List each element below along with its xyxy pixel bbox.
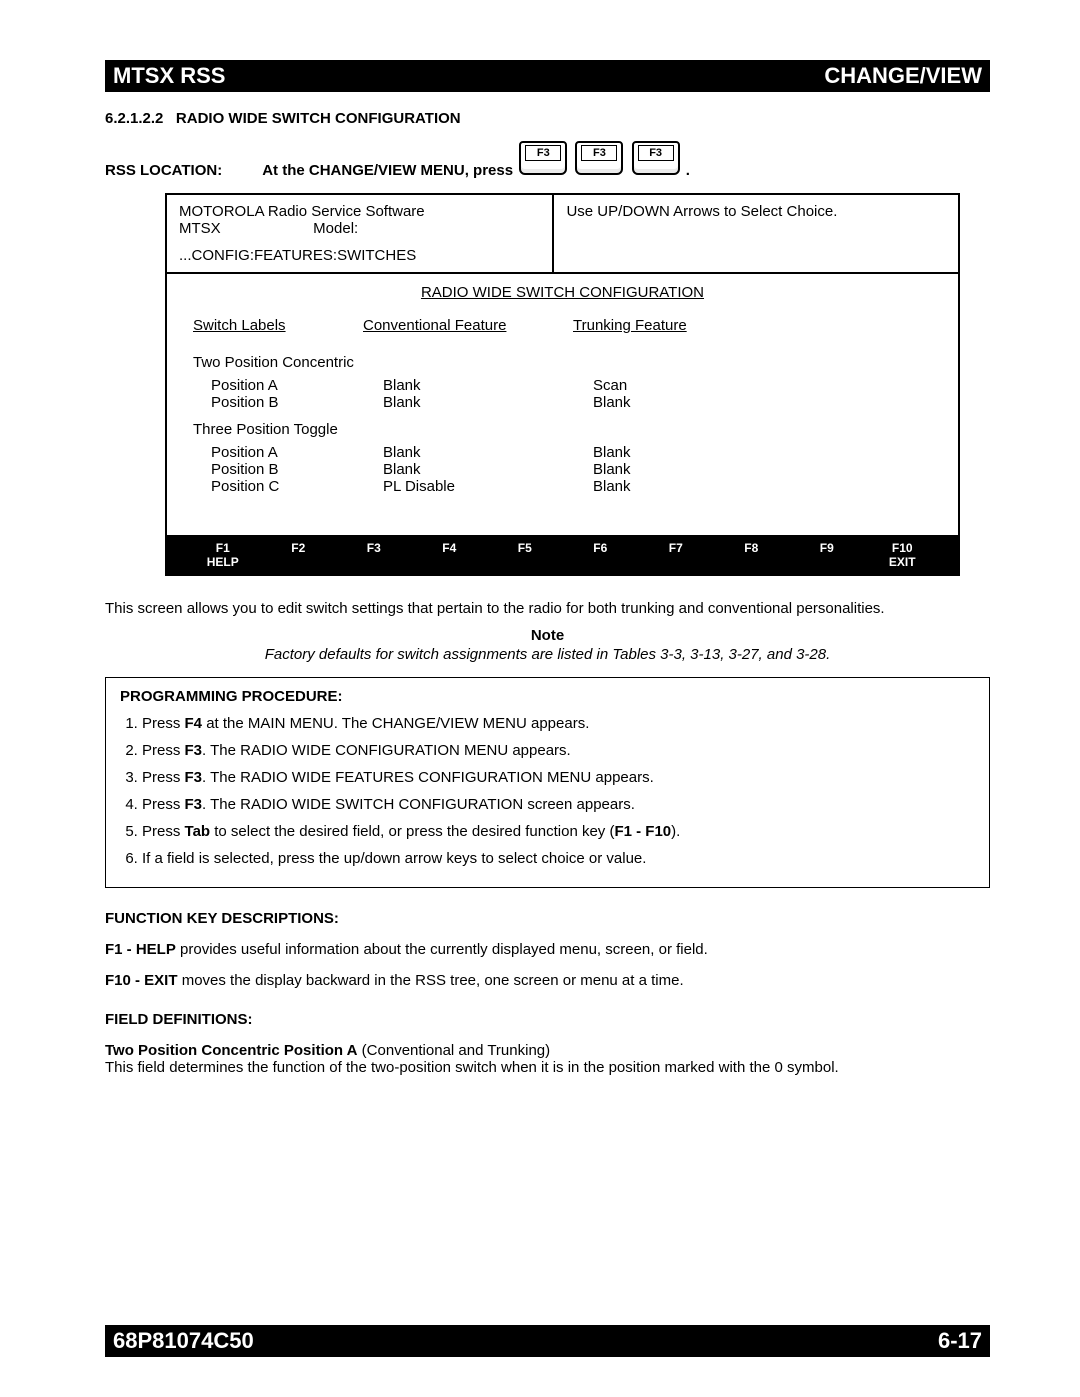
page-footer: 68P81074C50 6-17 [105, 1325, 990, 1357]
g2-r0-conv: Blank [363, 444, 573, 461]
field-def-title-line: Two Position Concentric Position A (Conv… [105, 1042, 990, 1059]
section-number: 6.2.1.2.2 [105, 110, 163, 127]
group1-title: Two Position Concentric [193, 354, 932, 371]
proc-step-6: If a field is selected, press the up/dow… [142, 850, 975, 867]
g2-r2-trunk: Blank [573, 478, 733, 495]
col-head-conv: Conventional Feature [363, 317, 573, 334]
fn-desc-1: F1 - HELP provides useful information ab… [105, 941, 990, 958]
screen-top-left-l2a: MTSX [179, 220, 309, 237]
g1-r1-trunk: Blank [573, 394, 733, 411]
note-text: Factory defaults for switch assignments … [105, 646, 990, 663]
body-paragraph: This screen allows you to edit switch se… [105, 600, 990, 617]
proc-heading: PROGRAMMING PROCEDURE: [120, 688, 975, 705]
field-def-body: This field determines the function of th… [105, 1059, 990, 1076]
page-header: MTSX RSS CHANGE/VIEW [105, 60, 990, 92]
fkey-f2: F2 [261, 541, 337, 570]
proc-step-3: Press F3. The RADIO WIDE FEATURES CONFIG… [142, 769, 975, 786]
screen-top-left-l1: MOTOROLA Radio Service Software [179, 203, 540, 220]
g1-r0-label: Position A [193, 377, 363, 394]
field-def-heading: FIELD DEFINITIONS: [105, 1011, 990, 1028]
footer-right: 6-17 [938, 1328, 982, 1354]
keycap-f3-1: F3 [519, 141, 567, 175]
fkey-f10: F10EXIT [865, 541, 941, 570]
rss-location-text: At the CHANGE/VIEW MENU, press [262, 162, 513, 179]
group2-title: Three Position Toggle [193, 421, 932, 438]
footer-left: 68P81074C50 [113, 1328, 254, 1354]
header-right: CHANGE/VIEW [824, 63, 982, 89]
fkey-f8: F8 [714, 541, 790, 570]
proc-step-2: Press F3. The RADIO WIDE CONFIGURATION M… [142, 742, 975, 759]
g2-r1-trunk: Blank [573, 461, 733, 478]
fn-desc-2: F10 - EXIT moves the display backward in… [105, 972, 990, 989]
keycap-f3-3: F3 [632, 141, 680, 175]
g1-r0-conv: Blank [363, 377, 573, 394]
col-head-trunk: Trunking Feature [573, 317, 733, 334]
rss-location-period: . [686, 162, 690, 179]
group-two-position: Two Position Concentric Position A Blank… [193, 354, 932, 411]
fkey-f1: F1HELP [185, 541, 261, 570]
rss-location-line: RSS LOCATION: At the CHANGE/VIEW MENU, p… [105, 141, 990, 179]
screen-main-title: RADIO WIDE SWITCH CONFIGURATION [193, 284, 932, 301]
g1-r1-conv: Blank [363, 394, 573, 411]
screen-top-left-l2b: Model: [313, 220, 358, 237]
programming-procedure-box: PROGRAMMING PROCEDURE: Press F4 at the M… [105, 677, 990, 888]
g2-r0-trunk: Blank [573, 444, 733, 461]
screen-top-right: Use UP/DOWN Arrows to Select Choice. [552, 195, 958, 274]
g2-r1-label: Position B [193, 461, 363, 478]
proc-step-1: Press F4 at the MAIN MENU. The CHANGE/VI… [142, 715, 975, 732]
fkey-f7: F7 [638, 541, 714, 570]
g2-r2-conv: PL Disable [363, 478, 573, 495]
g2-r0-label: Position A [193, 444, 363, 461]
screen-main: RADIO WIDE SWITCH CONFIGURATION Switch L… [167, 274, 958, 537]
screen-box: MOTOROLA Radio Service Software MTSX Mod… [165, 193, 960, 576]
rss-location-label: RSS LOCATION: [105, 162, 222, 179]
g2-r1-conv: Blank [363, 461, 573, 478]
header-left: MTSX RSS [113, 63, 225, 89]
proc-step-5: Press Tab to select the desired field, o… [142, 823, 975, 840]
keycap-f3-2: F3 [575, 141, 623, 175]
col-head-switch: Switch Labels [193, 317, 363, 334]
g2-r2-label: Position C [193, 478, 363, 495]
screen-top-left-l3: ...CONFIG:FEATURES:SWITCHES [179, 247, 540, 264]
fkey-f3: F3 [336, 541, 412, 570]
note-heading: Note [105, 627, 990, 644]
g1-r0-trunk: Scan [573, 377, 733, 394]
proc-step-4: Press F3. The RADIO WIDE SWITCH CONFIGUR… [142, 796, 975, 813]
section-heading: 6.2.1.2.2 RADIO WIDE SWITCH CONFIGURATIO… [105, 110, 990, 127]
fkey-f4: F4 [412, 541, 488, 570]
function-key-bar: F1HELP F2 F3 F4 F5 F6 F7 F8 F9 F10EXIT [167, 537, 958, 574]
screen-top-left: MOTOROLA Radio Service Software MTSX Mod… [167, 195, 552, 274]
fkey-f6: F6 [563, 541, 639, 570]
group-three-position: Three Position Toggle Position A Blank B… [193, 421, 932, 495]
section-title: RADIO WIDE SWITCH CONFIGURATION [176, 110, 461, 127]
fkey-f9: F9 [789, 541, 865, 570]
g1-r1-label: Position B [193, 394, 363, 411]
function-key-desc-heading: FUNCTION KEY DESCRIPTIONS: [105, 910, 990, 927]
fkey-f5: F5 [487, 541, 563, 570]
